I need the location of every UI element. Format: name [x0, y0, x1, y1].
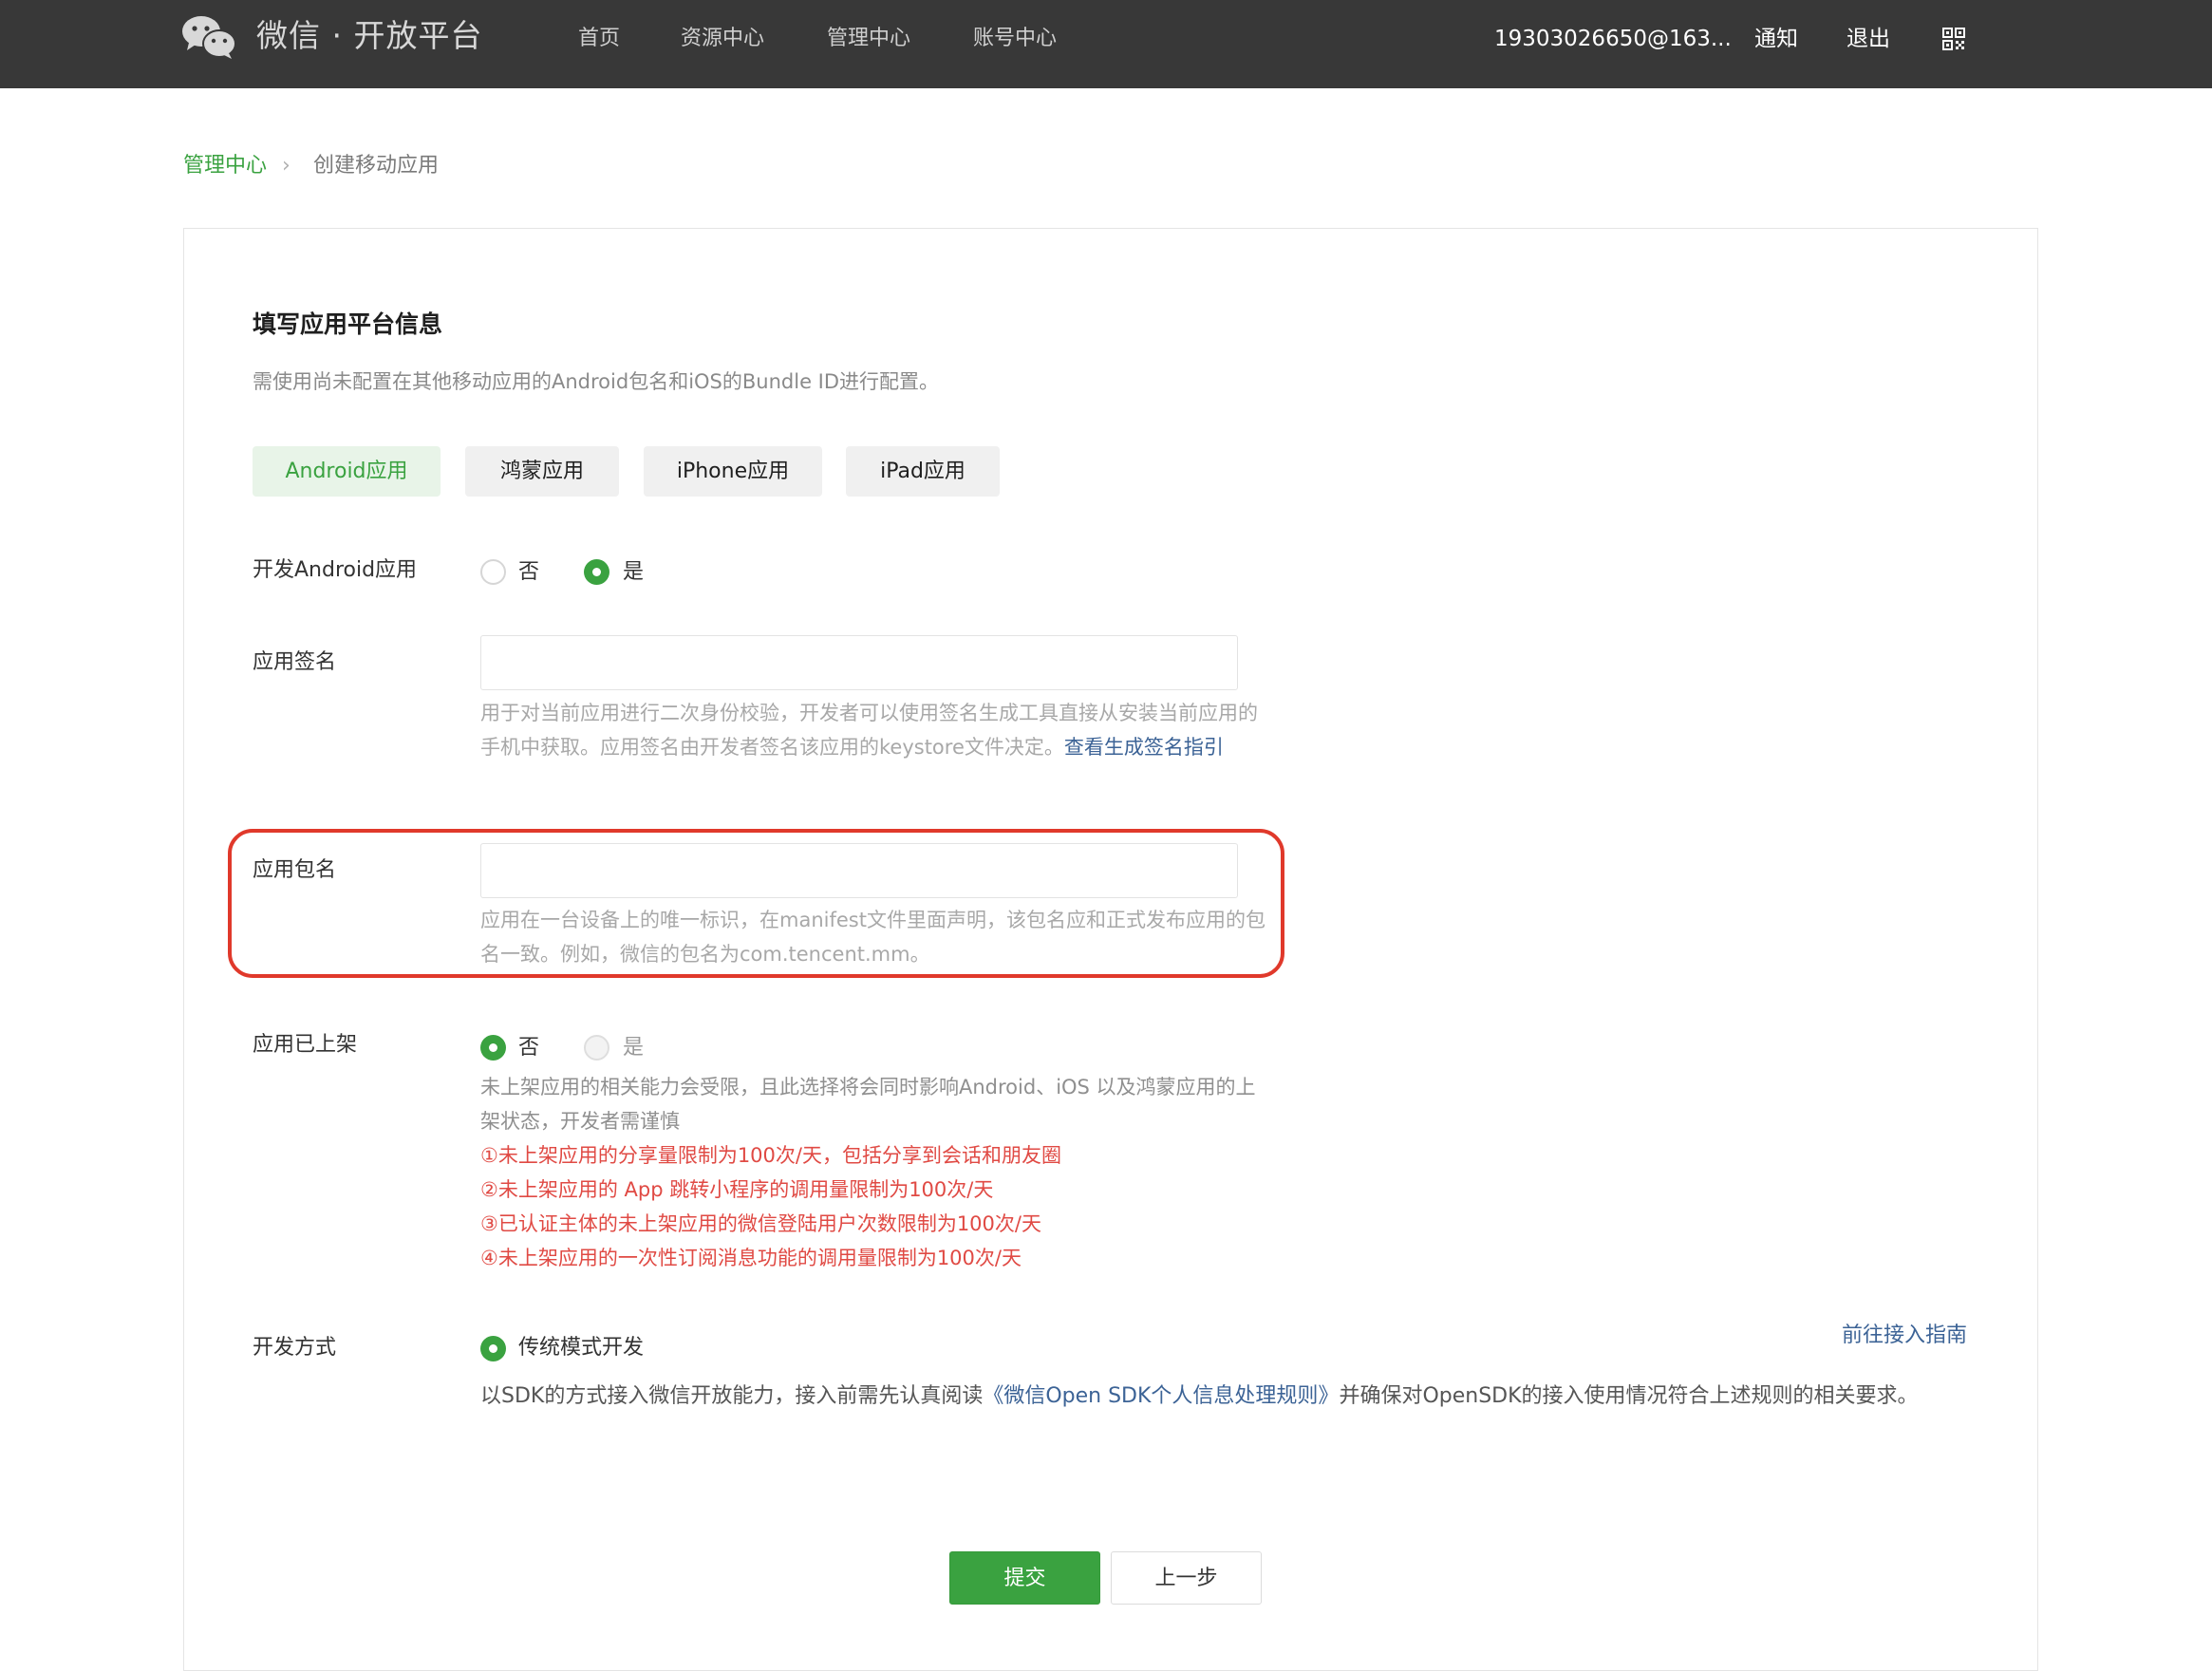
qr-code-icon[interactable]: [1942, 28, 1965, 50]
published-no-label[interactable]: 否: [518, 1032, 539, 1064]
brand-title[interactable]: 微信 · 开放平台: [256, 13, 482, 59]
app-signature-label: 应用签名: [253, 650, 337, 674]
published-yes-radio: [584, 1035, 609, 1061]
notify-link[interactable]: 通知: [1754, 22, 1798, 56]
develop-android-no-radio[interactable]: [480, 559, 506, 585]
published-warning-1: ①未上架应用的分享量限制为100次/天，包括分享到会话和朋友圈: [480, 1144, 1061, 1167]
tab-ipad[interactable]: iPad应用: [846, 446, 1000, 497]
sdk-description: 以SDK的方式接入微信开放能力，接入前需先认真阅读《微信Open SDK个人信息…: [480, 1380, 1919, 1413]
published-help: 未上架应用的相关能力会受限，且此选择将会同时影响Android、iOS 以及鸿蒙…: [480, 1076, 1256, 1133]
develop-android-no-label[interactable]: 否: [518, 556, 539, 589]
section-title: 填写应用平台信息: [253, 310, 443, 338]
package-name-input[interactable]: [480, 843, 1238, 898]
published-warning-3: ③已认证主体的未上架应用的微信登陆用户次数限制为100次/天: [480, 1212, 1041, 1235]
published-label: 应用已上架: [253, 1033, 358, 1057]
tab-android[interactable]: Android应用: [253, 446, 441, 497]
dev-mode-traditional-label[interactable]: 传统模式开发: [518, 1332, 644, 1364]
logout-link[interactable]: 退出: [1846, 22, 1890, 56]
access-guide-link[interactable]: 前往接入指南: [1842, 1320, 1967, 1352]
submit-button[interactable]: 提交: [949, 1551, 1100, 1605]
nav-home[interactable]: 首页: [578, 22, 620, 56]
dev-mode-label: 开发方式: [253, 1336, 337, 1360]
app-signature-input[interactable]: [480, 635, 1238, 690]
dev-mode-traditional-radio[interactable]: [480, 1336, 506, 1361]
breadcrumb-parent[interactable]: 管理中心: [183, 150, 267, 182]
account-email[interactable]: 19303026650@163...: [1494, 22, 1732, 56]
breadcrumb-chevron-icon: ›: [282, 154, 291, 178]
nav-management-center[interactable]: 管理中心: [827, 22, 910, 56]
section-description: 需使用尚未配置在其他移动应用的Android包名和iOS的Bundle ID进行…: [253, 370, 940, 393]
develop-android-yes-label[interactable]: 是: [623, 556, 644, 589]
published-warning-4: ④未上架应用的一次性订阅消息功能的调用量限制为100次/天: [480, 1247, 1022, 1269]
tab-iphone[interactable]: iPhone应用: [644, 446, 822, 497]
nav-account-center[interactable]: 账号中心: [973, 22, 1057, 56]
package-name-label: 应用包名: [253, 858, 337, 882]
sdk-rules-link[interactable]: 《微信Open SDK个人信息处理规则》: [983, 1384, 1339, 1408]
package-name-help: 应用在一台设备上的唯一标识，在manifest文件里面声明，该包名应和正式发布应…: [480, 909, 1265, 966]
signature-guide-link[interactable]: 查看生成签名指引: [1064, 736, 1224, 759]
sdk-description-suffix: 并确保对OpenSDK的接入使用情况符合上述规则的相关要求。: [1339, 1384, 1919, 1408]
top-navigation-bar: 微信 · 开放平台 首页 资源中心 管理中心 账号中心 19303026650@…: [0, 0, 2212, 88]
published-yes-label: 是: [623, 1036, 645, 1060]
nav-resource-center[interactable]: 资源中心: [681, 22, 764, 56]
published-warning-2: ②未上架应用的 App 跳转小程序的调用量限制为100次/天: [480, 1178, 994, 1201]
app-signature-help: 用于对当前应用进行二次身份校验，开发者可以使用签名生成工具直接从安装当前应用的手…: [480, 696, 1268, 764]
develop-android-label: 开发Android应用: [253, 558, 418, 582]
wechat-logo-icon: [182, 16, 236, 59]
published-no-radio[interactable]: [480, 1035, 506, 1061]
sdk-description-prefix: 以SDK的方式接入微信开放能力，接入前需先认真阅读: [480, 1384, 984, 1408]
previous-step-button[interactable]: 上一步: [1111, 1551, 1262, 1605]
tab-harmony[interactable]: 鸿蒙应用: [465, 446, 619, 497]
breadcrumb-current: 创建移动应用: [313, 154, 440, 178]
develop-android-yes-radio[interactable]: [584, 559, 609, 585]
